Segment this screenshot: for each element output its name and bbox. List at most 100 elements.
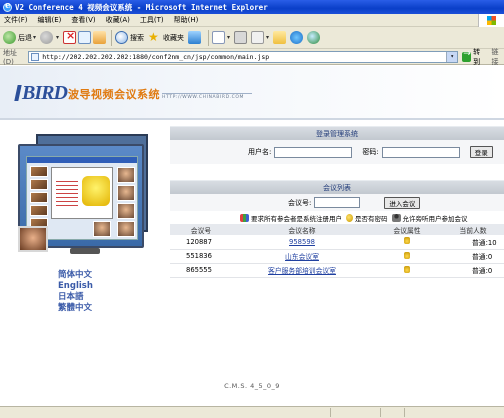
table-row: 865555 客户服务部培训会议室 普通:0 xyxy=(170,263,504,278)
media-icon[interactable] xyxy=(188,31,202,44)
home-icon[interactable] xyxy=(93,31,107,44)
language-list: 简体中文 English 日本語 繁體中文 xyxy=(58,270,93,314)
meeting-name-link[interactable]: 客户服务部培训会议室 xyxy=(268,267,336,275)
chevron-down-icon[interactable]: ▾ xyxy=(56,34,59,41)
toolbar-divider xyxy=(208,29,210,46)
anonymous-user-icon xyxy=(391,213,401,222)
login-section-header: 登录管理系统 xyxy=(170,126,504,140)
address-bar: 地址(D) http://202.202.202.202:1880/conf2n… xyxy=(0,47,504,67)
address-label: 地址(D) xyxy=(3,48,17,66)
go-label: 转到 xyxy=(473,47,481,66)
bird-logo: BIRD xyxy=(14,82,68,105)
legend-anonymous: 允许旁听用户参加会议 xyxy=(402,214,468,223)
password-label: 密码: xyxy=(362,148,379,156)
table-row: 551836 山东会议室 普通:0 xyxy=(170,249,504,264)
refresh-icon[interactable] xyxy=(78,31,92,44)
search-button[interactable]: 搜索 xyxy=(115,31,144,44)
search-icon xyxy=(115,31,129,44)
lang-simplified-chinese[interactable]: 简体中文 xyxy=(58,270,93,281)
banner-divider xyxy=(162,93,252,94)
meeting-table: 会议号 会议名称 会议属性 当前人数 120887 958598 普通:10 5… xyxy=(170,224,504,278)
video-frame-image xyxy=(18,226,48,252)
column-header-count: 当前人数 xyxy=(442,224,504,235)
meeting-name-link[interactable]: 958598 xyxy=(289,238,315,246)
meeting-name-link[interactable]: 山东会议室 xyxy=(285,253,319,261)
meeting-id: 120887 xyxy=(170,235,232,250)
window-title: V2 Conference 4 视频会议系统 - Microsoft Inter… xyxy=(15,2,268,12)
meeting-attribute-cell xyxy=(372,235,442,250)
lang-traditional-chinese[interactable]: 繁體中文 xyxy=(58,303,93,314)
legend-registered-users: 要求所有参会者是系统注册用户 xyxy=(251,214,342,223)
globe-icon[interactable] xyxy=(307,31,321,44)
messenger-icon[interactable] xyxy=(290,31,304,44)
edit-icon[interactable] xyxy=(251,31,265,44)
menu-view[interactable]: 查看(V) xyxy=(71,15,95,25)
windows-flag-icon xyxy=(478,14,504,27)
column-header-id: 会议号 xyxy=(170,224,232,235)
page-content: BIRD 波导视频会议系统 HTTP://WWW.CHINABIRD.COM 简… xyxy=(0,66,504,406)
legend-password: 是否有密码 xyxy=(355,214,388,223)
lang-english[interactable]: English xyxy=(58,281,93,292)
go-button[interactable]: 转到 xyxy=(462,47,485,67)
monitor-stand xyxy=(70,248,100,254)
password-icon xyxy=(404,265,410,273)
folder-icon[interactable] xyxy=(273,31,287,44)
meeting-name-cell: 客户服务部培训会议室 xyxy=(232,263,372,278)
version-footer: C.M.S. 4_5_0_9 xyxy=(224,382,280,390)
header-banner: BIRD 波导视频会议系统 HTTP://WWW.CHINABIRD.COM xyxy=(0,66,504,120)
stop-icon[interactable] xyxy=(63,29,77,44)
chevron-down-icon[interactable]: ▾ xyxy=(266,34,269,41)
links-button[interactable]: 链接 xyxy=(491,47,504,67)
username-input[interactable] xyxy=(274,146,353,158)
meeting-id-form: 会议号: 进入会议 xyxy=(170,194,504,211)
enter-meeting-button[interactable]: 进入会议 xyxy=(384,196,421,209)
meetings-section-header: 会议列表 xyxy=(170,180,504,194)
back-button[interactable]: 后退 ▾ xyxy=(3,31,36,44)
product-name: 波导视频会议系统 xyxy=(68,88,160,101)
lang-japanese[interactable]: 日本語 xyxy=(58,292,93,303)
search-label: 搜索 xyxy=(130,33,145,42)
meeting-id-input[interactable] xyxy=(314,197,361,208)
forward-button[interactable]: ▾ xyxy=(40,31,59,44)
menu-favorites[interactable]: 收藏(A) xyxy=(106,15,130,25)
column-header-name: 会议名称 xyxy=(232,224,372,235)
status-divider xyxy=(404,408,405,417)
meeting-attribute-cell xyxy=(372,249,442,264)
mail-icon[interactable] xyxy=(212,31,226,44)
meeting-id-label: 会议号: xyxy=(288,198,312,207)
menu-edit[interactable]: 编辑(E) xyxy=(38,15,62,25)
menu-file[interactable]: 文件(F) xyxy=(4,15,28,25)
column-header-attribute: 会议属性 xyxy=(372,224,442,235)
ie-logo-icon xyxy=(3,1,12,12)
login-form: 用户名: 密码: 登录 xyxy=(170,140,504,164)
chevron-down-icon[interactable]: ▾ xyxy=(446,51,458,62)
page-icon xyxy=(31,52,40,61)
address-url: http://202.202.202.202:1880/conf2nm_cn/j… xyxy=(42,52,270,61)
banner-url: HTTP://WWW.CHINABIRD.COM xyxy=(162,95,245,100)
menu-help[interactable]: 帮助(H) xyxy=(174,15,199,25)
table-row: 120887 958598 普通:10 xyxy=(170,235,504,250)
status-divider xyxy=(380,408,381,417)
forward-arrow-icon xyxy=(40,31,54,44)
login-button[interactable]: 登录 xyxy=(469,146,493,158)
address-input[interactable]: http://202.202.202.202:1880/conf2nm_cn/j… xyxy=(28,50,459,63)
password-icon xyxy=(346,213,353,222)
toolbar-divider xyxy=(111,29,113,46)
chevron-down-icon[interactable]: ▾ xyxy=(227,34,230,41)
chevron-down-icon[interactable]: ▾ xyxy=(33,34,36,41)
window-title-bar: V2 Conference 4 视频会议系统 - Microsoft Inter… xyxy=(0,0,504,14)
password-input[interactable] xyxy=(381,146,460,158)
meeting-count: 普通:10 xyxy=(442,235,504,250)
right-panel: 登录管理系统 用户名: 密码: 登录 会议列表 会议号: 进入会议 要求所有参会… xyxy=(170,126,504,286)
menu-tools[interactable]: 工具(T) xyxy=(140,15,164,25)
go-arrow-icon xyxy=(462,49,472,62)
menu-bar: 文件(F) 编辑(E) 查看(V) 收藏(A) 工具(T) 帮助(H) xyxy=(0,14,504,27)
meeting-attribute-cell xyxy=(372,263,442,278)
password-icon xyxy=(404,237,410,245)
favorites-button[interactable]: ★ 收藏夹 xyxy=(148,31,184,44)
status-bar xyxy=(0,406,504,418)
favorites-label: 收藏夹 xyxy=(163,33,185,42)
print-icon[interactable] xyxy=(234,31,248,44)
meeting-id: 551836 xyxy=(170,249,232,264)
